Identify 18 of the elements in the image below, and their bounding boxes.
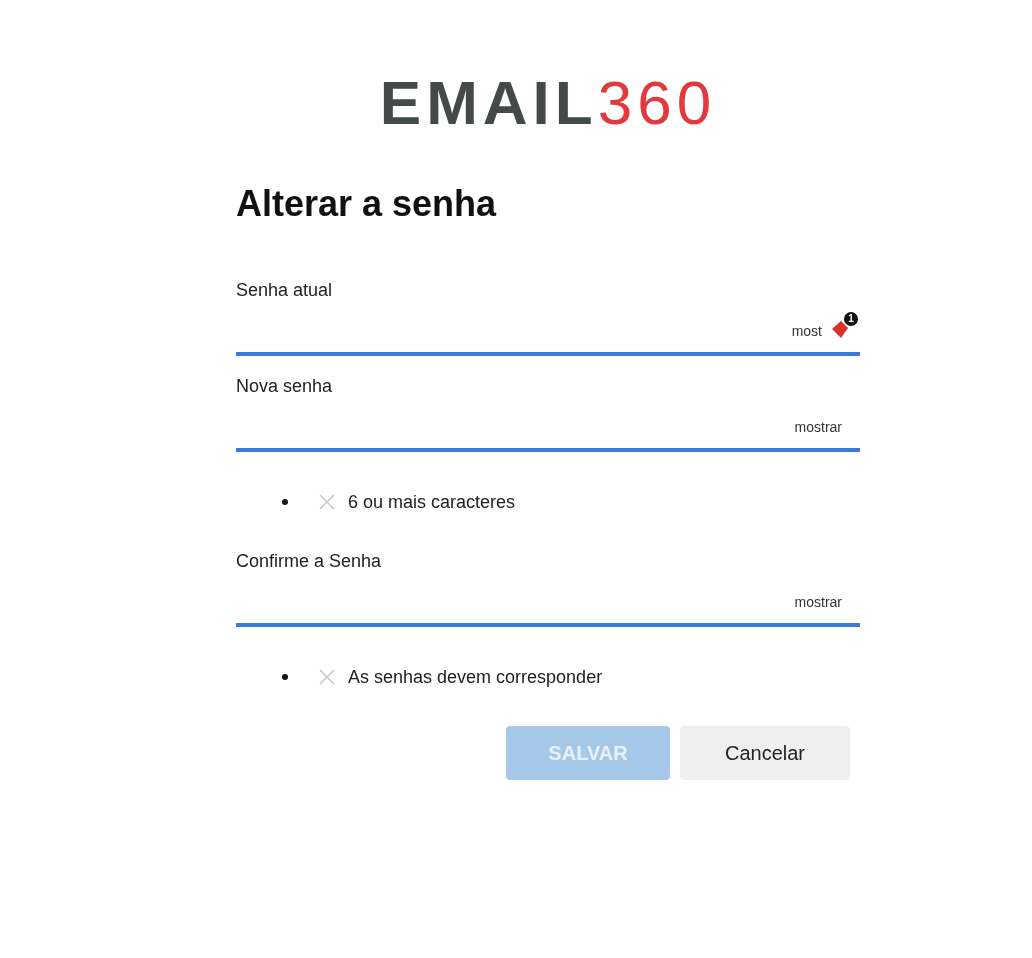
password-field[interactable]: mostrar: [236, 396, 860, 452]
password-field[interactable]: mostrar: [236, 571, 860, 627]
requirement-text: As senhas devem corresponder: [348, 666, 603, 688]
bullet-icon: [282, 674, 288, 680]
logo-number: 360: [597, 74, 717, 132]
page-title: Alterar a senha: [236, 184, 498, 224]
requirement-text: 6 ou mais caracteres: [348, 491, 516, 513]
password-field[interactable]: most 1: [236, 300, 860, 356]
show-toggle[interactable]: most: [791, 323, 822, 339]
notification-badge: 1: [844, 312, 858, 326]
field-label: Confirme a Senha: [236, 551, 383, 571]
show-toggle[interactable]: mostrar: [794, 419, 842, 435]
logo-text: EMAIL: [379, 74, 598, 132]
field-label: Senha atual: [236, 280, 334, 300]
show-toggle[interactable]: mostrar: [794, 594, 842, 610]
field-label: Nova senha: [236, 376, 334, 396]
bullet-icon: [282, 499, 288, 505]
cancel-button[interactable]: Cancelar: [680, 726, 850, 780]
